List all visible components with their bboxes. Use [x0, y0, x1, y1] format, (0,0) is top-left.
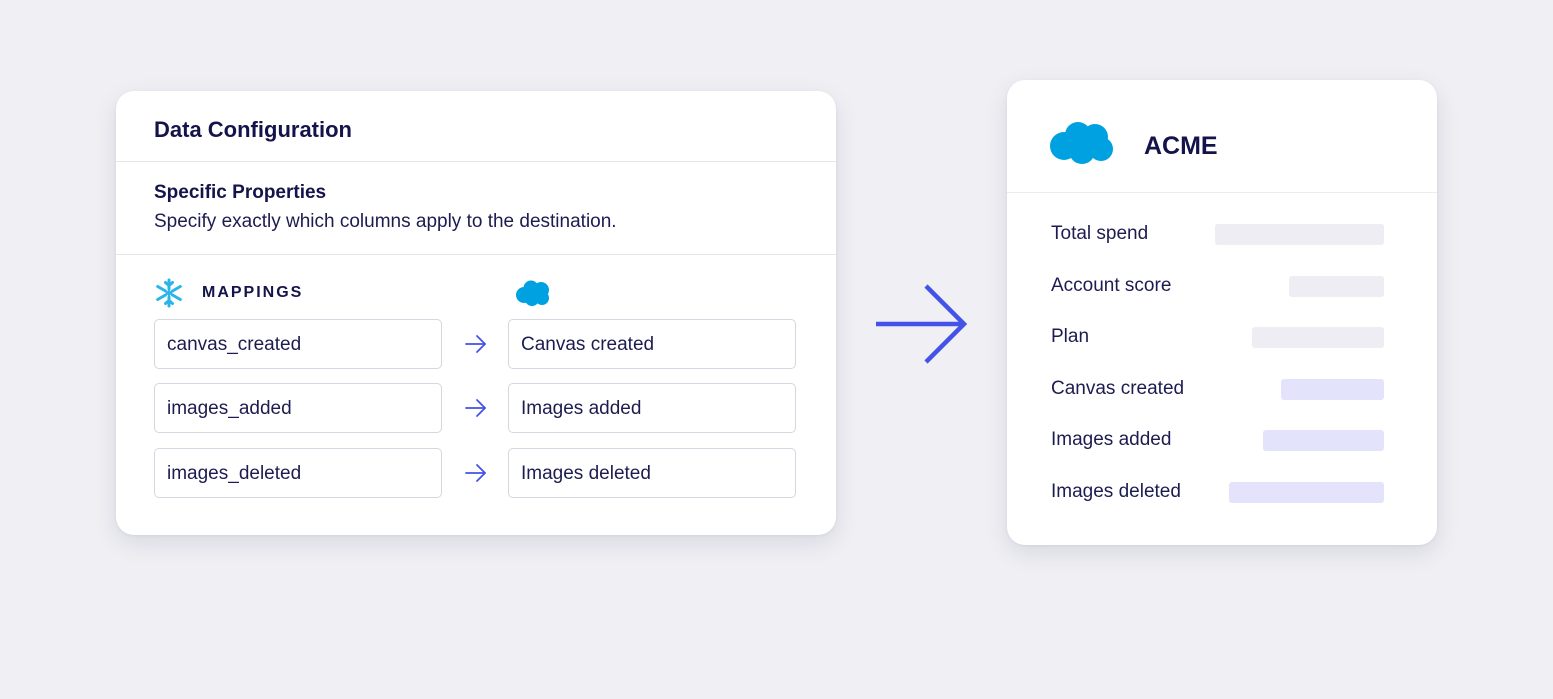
account-card: ACME Total spend Account score Plan Canv… — [1007, 80, 1437, 545]
card-title: Data Configuration — [154, 117, 352, 142]
property-value-placeholder — [1215, 224, 1384, 245]
source-column-field[interactable]: images_added — [154, 383, 442, 433]
property-value-placeholder — [1281, 379, 1384, 400]
mappings-header: MAPPINGS — [154, 278, 804, 308]
destination-field[interactable]: Images added — [508, 383, 796, 433]
property-label: Plan — [1051, 326, 1090, 347]
mapping-row: canvas_created Canvas created — [154, 319, 799, 371]
source-column-field[interactable]: canvas_created — [154, 319, 442, 369]
property-value-placeholder — [1263, 430, 1384, 451]
property-value-placeholder — [1289, 276, 1384, 297]
snowflake-icon — [156, 278, 182, 308]
section-description: Specify exactly which columns apply to t… — [154, 211, 617, 232]
property-label: Canvas created — [1051, 378, 1185, 399]
property-row: Plan — [1051, 326, 1384, 350]
arrow-right-icon — [465, 335, 486, 353]
property-row: Images deleted — [1051, 481, 1384, 505]
salesforce-cloud-icon — [516, 280, 549, 306]
specific-properties-section: Specific Properties Specify exactly whic… — [116, 162, 836, 255]
property-value-placeholder — [1252, 327, 1384, 348]
flow-arrow-icon — [876, 284, 968, 364]
account-header: ACME — [1007, 80, 1437, 193]
property-label: Account score — [1051, 275, 1172, 296]
data-configuration-card: Data Configuration Specific Properties S… — [116, 91, 836, 535]
card-header: Data Configuration — [116, 91, 836, 162]
arrow-right-icon — [465, 399, 486, 417]
mappings-label: MAPPINGS — [202, 284, 304, 301]
salesforce-cloud-icon — [1050, 122, 1113, 164]
mapping-row: images_deleted Images deleted — [154, 448, 799, 500]
property-row: Images added — [1051, 429, 1384, 453]
section-title: Specific Properties — [154, 182, 327, 203]
property-row: Account score — [1051, 275, 1384, 299]
source-column-field[interactable]: images_deleted — [154, 448, 442, 498]
arrow-right-icon — [465, 464, 486, 482]
destination-field[interactable]: Canvas created — [508, 319, 796, 369]
mapping-row: images_added Images added — [154, 383, 799, 435]
property-value-placeholder — [1229, 482, 1384, 503]
property-row: Canvas created — [1051, 378, 1384, 402]
account-name: ACME — [1144, 132, 1218, 160]
property-row: Total spend — [1051, 223, 1384, 247]
property-label: Total spend — [1051, 223, 1149, 244]
property-label: Images added — [1051, 429, 1172, 450]
destination-field[interactable]: Images deleted — [508, 448, 796, 498]
property-label: Images deleted — [1051, 481, 1181, 502]
